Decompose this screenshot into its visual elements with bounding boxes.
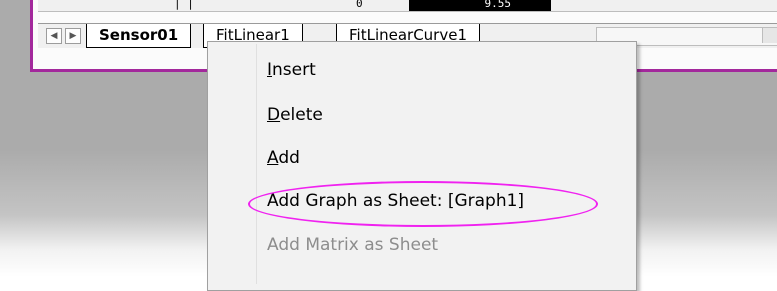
menu-item-delete[interactable]: Delete: [267, 105, 323, 125]
tab-scroll-left-button[interactable]: ◀: [46, 28, 62, 44]
menu-item-add-matrix-as-sheet: Add Matrix as Sheet: [267, 235, 439, 255]
selected-cell[interactable]: 9.55: [409, 0, 551, 11]
tab-sensor01[interactable]: Sensor01: [86, 24, 192, 48]
chevron-left-icon: ◀: [50, 31, 58, 41]
chevron-right-icon: ▶: [69, 31, 77, 41]
menu-item-add-graph-as-sheet[interactable]: Add Graph as Sheet: [Graph1]: [267, 191, 524, 211]
worksheet-grid-row[interactable]: | | 0 9.55: [38, 0, 777, 12]
grid-cell-value[interactable]: 0: [356, 0, 363, 10]
tab-scroll-right-button[interactable]: ▶: [65, 28, 81, 44]
menu-item-insert[interactable]: Insert: [267, 60, 316, 80]
selected-cell-value: 9.55: [484, 0, 512, 10]
menu-gutter-divider: [256, 44, 257, 284]
menu-item-add[interactable]: Add: [267, 148, 300, 168]
row-marker: | |: [174, 0, 194, 10]
sheet-context-menu: Insert Delete Add Add Graph as Sheet: [G…: [207, 41, 637, 291]
scrollbar-thumb[interactable]: [762, 28, 777, 43]
